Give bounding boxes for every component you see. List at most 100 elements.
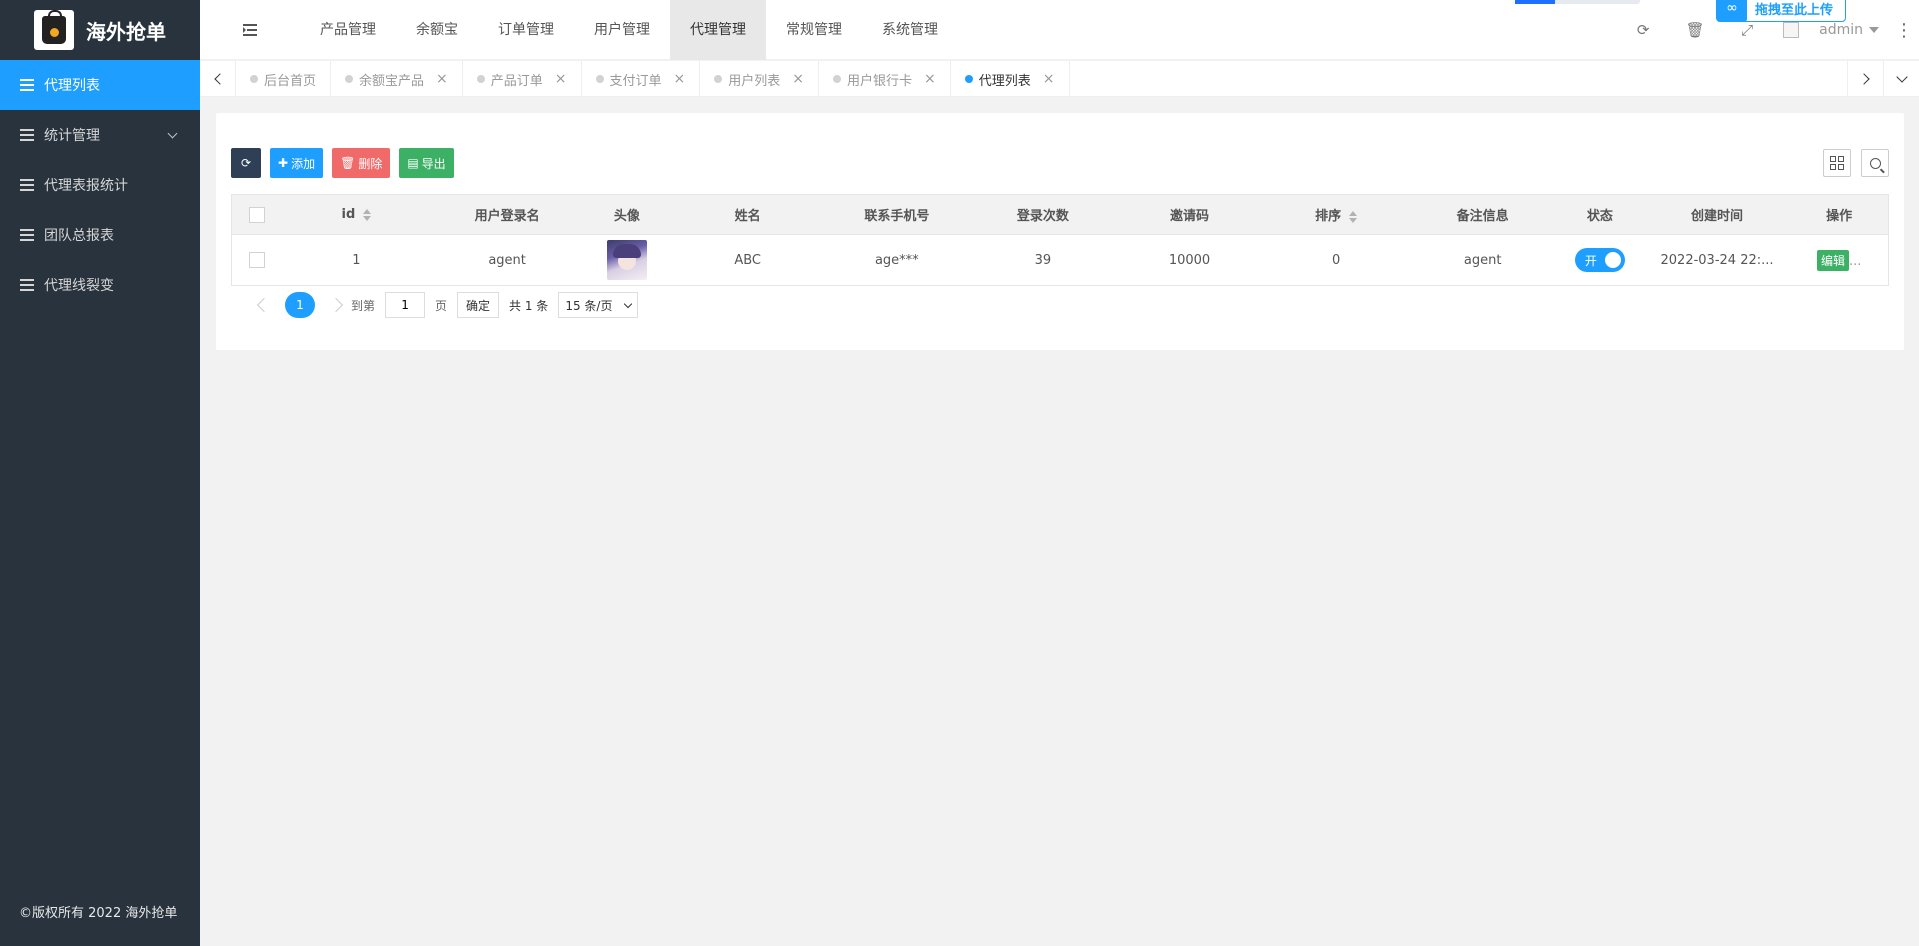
tab-home[interactable]: 后台首页: [236, 61, 332, 97]
col-id[interactable]: id: [281, 194, 432, 235]
close-icon[interactable]: ×: [436, 71, 448, 87]
chevron-right-icon[interactable]: [328, 297, 344, 313]
cell-status: 开: [1555, 234, 1644, 286]
tab-dot-icon: [250, 75, 258, 83]
sidebar-item-agent-report[interactable]: 代理表报统计: [0, 160, 200, 210]
status-toggle[interactable]: 开: [1574, 248, 1625, 272]
tab-dot-icon: [833, 75, 842, 83]
add-label: 添加: [291, 156, 316, 171]
tabs-bar: 后台首页 余额宝产品 × 产品订单 × 支付订单 × 用户列表 × 用户银行卡 …: [200, 61, 1919, 97]
sort-icon[interactable]: [363, 208, 372, 221]
menu-fold-icon[interactable]: [243, 24, 257, 36]
page-size-select[interactable]: 15 条/页: [558, 292, 639, 318]
logo-bag-icon: [34, 10, 74, 50]
add-button[interactable]: ✚ 添加: [270, 148, 324, 178]
col-remark: 备注信息: [1409, 194, 1556, 235]
topnav-system[interactable]: 系统管理: [862, 0, 958, 60]
topnav-product[interactable]: 产品管理: [300, 0, 396, 60]
cell-sort: 0: [1262, 234, 1410, 286]
tab-payment-orders[interactable]: 支付订单 ×: [582, 61, 701, 97]
tab-user-list[interactable]: 用户列表 ×: [700, 61, 820, 97]
sidebar-item-label: 统计管理: [44, 128, 100, 144]
chevron-left-icon: [213, 73, 226, 85]
col-sort[interactable]: 排序: [1262, 194, 1410, 235]
tab-label: 余额宝产品: [359, 73, 425, 89]
topnav-orders[interactable]: 订单管理: [478, 0, 574, 60]
topnav-users[interactable]: 用户管理: [574, 0, 670, 60]
app-name: 海外抢单: [86, 19, 166, 44]
delete-button[interactable]: 🗑 删除: [332, 148, 391, 178]
select-all-checkbox[interactable]: [248, 206, 265, 223]
tab-label: 产品订单: [490, 73, 543, 89]
col-created: 创建时间: [1643, 194, 1791, 235]
page-unit-label: 页: [435, 298, 448, 313]
avatar[interactable]: [606, 240, 647, 280]
page-current[interactable]: 1: [285, 292, 315, 318]
sidebar-item-agent-fission[interactable]: 代理线裂变: [0, 260, 200, 310]
header: 产品管理 余额宝 订单管理 用户管理 代理管理 常规管理 系统管理 ⟳ 🗑 ⤢ …: [200, 0, 1919, 60]
col-name: 姓名: [671, 194, 825, 235]
export-button[interactable]: ▤ 导出: [399, 148, 454, 178]
cell-id: 1: [281, 234, 432, 286]
row-checkbox[interactable]: [248, 252, 265, 268]
link-icon: ∞: [1717, 0, 1747, 22]
more-actions[interactable]: ...: [1849, 254, 1861, 269]
row-select-cell: [231, 234, 282, 286]
close-icon[interactable]: ×: [792, 71, 804, 87]
chevron-down-icon: [624, 299, 633, 308]
page-number-input[interactable]: [385, 292, 426, 318]
tabs-menu[interactable]: [1883, 61, 1919, 97]
sidebar-item-label: 代理线裂变: [44, 278, 114, 294]
tab-label: 后台首页: [264, 73, 317, 89]
tabs-scroll-left[interactable]: [200, 61, 236, 97]
chevron-left-icon[interactable]: [256, 297, 272, 313]
col-actions: 操作: [1790, 194, 1889, 235]
topnav-general[interactable]: 常规管理: [766, 0, 862, 60]
search-icon: [1869, 157, 1881, 169]
columns-filter-button[interactable]: [1823, 149, 1851, 177]
close-icon[interactable]: ×: [1043, 71, 1055, 87]
logo[interactable]: 海外抢单: [0, 0, 200, 60]
cell-login-count: 39: [969, 234, 1117, 286]
sidebar-item-stats[interactable]: 统计管理: [0, 110, 200, 160]
close-icon[interactable]: ×: [924, 71, 936, 87]
col-avatar: 头像: [582, 194, 672, 235]
col-phone: 联系手机号: [824, 194, 970, 235]
confirm-page-button[interactable]: 确定: [457, 292, 500, 318]
close-icon[interactable]: ×: [674, 71, 686, 87]
topnav-agents[interactable]: 代理管理: [670, 0, 766, 60]
tab-user-bank-card[interactable]: 用户银行卡 ×: [819, 61, 951, 97]
select-all-cell: [231, 194, 282, 235]
tabs-scroll-right[interactable]: [1847, 61, 1883, 97]
tab-product-orders[interactable]: 产品订单 ×: [463, 61, 582, 97]
plus-icon: ✚: [278, 156, 289, 170]
topnav-yuebao[interactable]: 余额宝: [396, 0, 478, 60]
table-toolbar: ⟳ ✚ 添加 🗑 删除 ▤ 导出: [231, 148, 454, 178]
close-icon[interactable]: ×: [555, 71, 567, 87]
refresh-icon[interactable]: ⟳: [1617, 0, 1669, 60]
edit-button[interactable]: 编辑: [1816, 249, 1849, 271]
sidebar: 海外抢单 代理列表 统计管理 代理表报统计 团队总报表 代理线裂变 ©版权所有 …: [0, 0, 200, 946]
chevron-down-icon: [1895, 71, 1908, 83]
tab-dot-icon: [595, 75, 604, 83]
sidebar-item-team-report[interactable]: 团队总报表: [0, 210, 200, 260]
cell-created: 2022-03-24 22:...: [1643, 234, 1791, 286]
sort-icon[interactable]: [1349, 210, 1358, 223]
total-count: 共 1 条: [509, 298, 549, 313]
copyright: ©版权所有 2022 海外抢单: [19, 906, 178, 921]
upload-label: 拖拽至此上传: [1755, 2, 1834, 18]
search-button[interactable]: [1861, 149, 1889, 177]
tab-dot-icon: [345, 75, 354, 83]
refresh-button[interactable]: ⟳: [231, 148, 261, 178]
upload-dropzone[interactable]: ∞ 拖拽至此上传: [1716, 0, 1846, 22]
trash-icon[interactable]: 🗑: [1669, 0, 1721, 60]
tab-agent-list[interactable]: 代理列表 ×: [951, 61, 1070, 97]
export-label: 导出: [421, 156, 446, 171]
col-label: id: [341, 207, 356, 222]
tab-yuebao-product[interactable]: 余额宝产品 ×: [331, 61, 463, 97]
toggle-label: 开: [1584, 253, 1597, 268]
sidebar-item-agent-list[interactable]: 代理列表: [0, 60, 200, 110]
columns-icon: [1830, 156, 1844, 170]
pagination: 1 到第 页 确定 共 1 条 15 条/页: [249, 292, 639, 318]
more-vertical-icon[interactable]: ⋮: [1889, 0, 1919, 60]
